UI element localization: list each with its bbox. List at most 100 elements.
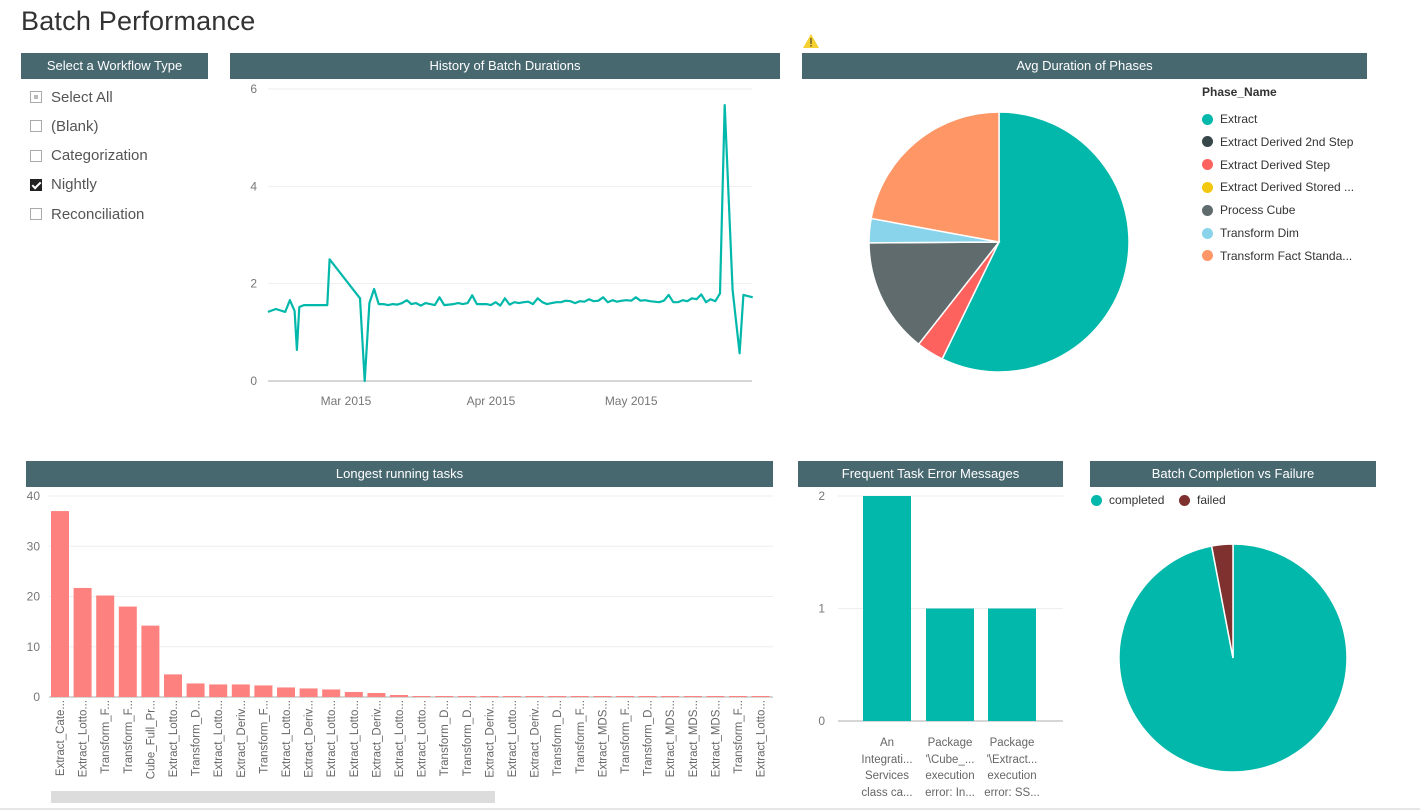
phase-slice-transform-fact-standa[interactable] bbox=[870, 111, 1000, 243]
x-tick-label: Extract_Lotto... bbox=[507, 700, 519, 777]
phases-legend-title: Phase_Name bbox=[1202, 85, 1277, 99]
x-tick-label: Transform_D... bbox=[439, 700, 451, 776]
task-bar[interactable] bbox=[118, 606, 137, 697]
slicer-item-label: Nightly bbox=[51, 176, 97, 194]
x-tick-label: Extract_Lotto... bbox=[349, 700, 361, 777]
x-tick-label: Transform_D... bbox=[191, 700, 203, 776]
task-bar[interactable] bbox=[480, 696, 499, 697]
longest-tasks-scrollbar[interactable] bbox=[51, 791, 495, 803]
legend-item[interactable]: Transform Fact Standa... bbox=[1202, 249, 1352, 263]
task-bar[interactable] bbox=[683, 696, 702, 697]
completion-pie-chart bbox=[1118, 543, 1348, 773]
slicer-item-label: Select All bbox=[51, 88, 113, 106]
y-tick-label: 0 bbox=[818, 714, 825, 728]
task-bar[interactable] bbox=[186, 683, 205, 697]
legend-item[interactable]: Extract Derived Stored ... bbox=[1202, 180, 1354, 194]
task-bar[interactable] bbox=[367, 692, 386, 697]
x-tick-label: Extract_Lotto... bbox=[213, 700, 225, 777]
x-tick-label: Extract_Cate... bbox=[55, 700, 67, 776]
task-bar[interactable] bbox=[51, 511, 69, 697]
y-tick-label: 0 bbox=[250, 374, 257, 388]
x-tick-label-line: Package bbox=[989, 737, 1035, 749]
task-bar[interactable] bbox=[503, 696, 521, 697]
x-tick-label-line: Package bbox=[927, 737, 973, 749]
y-tick-label: 0 bbox=[33, 690, 40, 704]
error-bar[interactable] bbox=[863, 496, 911, 721]
task-bar[interactable] bbox=[390, 694, 408, 697]
x-tick-label: Extract_Lotto... bbox=[756, 700, 768, 777]
task-bar[interactable] bbox=[570, 696, 589, 697]
task-bar[interactable] bbox=[435, 696, 454, 697]
task-bar[interactable] bbox=[706, 696, 725, 697]
task-bar[interactable] bbox=[164, 674, 182, 697]
checkbox[interactable] bbox=[30, 120, 42, 133]
error-messages-chart: 0 1 2 bbox=[818, 489, 1063, 728]
slicer-item-reconciliation[interactable]: Reconciliation bbox=[30, 204, 144, 224]
x-tick-label-line: Integrati... bbox=[861, 753, 913, 766]
task-bar[interactable] bbox=[254, 685, 273, 697]
legend-label: Extract bbox=[1220, 112, 1258, 126]
slicer-item-categorization[interactable]: Categorization bbox=[30, 146, 148, 166]
task-bar[interactable] bbox=[548, 696, 567, 697]
legend-item[interactable]: Process Cube bbox=[1202, 203, 1295, 217]
task-bar[interactable] bbox=[412, 695, 431, 697]
task-bar[interactable] bbox=[729, 696, 747, 697]
legend-item[interactable]: Extract Derived 2nd Step bbox=[1202, 135, 1353, 149]
slicer-item-label: Categorization bbox=[51, 147, 148, 165]
task-bar[interactable] bbox=[322, 689, 341, 697]
task-bar[interactable] bbox=[209, 684, 228, 697]
task-bar[interactable] bbox=[299, 688, 318, 697]
x-tick-label: Mar 2015 bbox=[321, 394, 372, 408]
y-tick-label: 6 bbox=[250, 82, 257, 96]
x-tick-label: Transform_F... bbox=[620, 700, 632, 774]
y-tick-label: 40 bbox=[27, 489, 41, 503]
checkbox[interactable] bbox=[30, 149, 42, 162]
task-bar[interactable] bbox=[457, 696, 476, 697]
task-bar[interactable] bbox=[661, 696, 680, 697]
completion-chart-header: Batch Completion vs Failure bbox=[1090, 461, 1376, 487]
x-tick-label: Extract_Deriv... bbox=[530, 700, 542, 778]
task-bar[interactable] bbox=[593, 696, 612, 697]
task-bar[interactable] bbox=[96, 595, 115, 697]
task-bar[interactable] bbox=[231, 684, 250, 697]
x-tick-label: Extract_Lotto... bbox=[168, 700, 180, 777]
longest-tasks-chart: 0 10 20 30 40 Extract_Cate... Extract_Lotto...… bbox=[27, 489, 773, 779]
legend-item[interactable]: Extract bbox=[1202, 112, 1257, 126]
legend-label: completed bbox=[1109, 493, 1165, 507]
task-bar[interactable] bbox=[638, 696, 657, 697]
x-tick-label: Transform_D... bbox=[462, 700, 474, 776]
warning-icon[interactable] bbox=[802, 33, 820, 49]
task-bar[interactable] bbox=[344, 691, 363, 697]
error-bar[interactable] bbox=[926, 608, 974, 722]
legend-label: Extract Derived Stored ... bbox=[1220, 180, 1355, 195]
task-bar[interactable] bbox=[525, 696, 544, 697]
x-tick-label: Package '\Cube_... execution error: In... bbox=[920, 735, 980, 801]
checkbox[interactable] bbox=[30, 208, 42, 221]
legend-dot-icon bbox=[1202, 181, 1213, 193]
error-bar[interactable] bbox=[988, 608, 1036, 722]
x-tick-label-line: error: In... bbox=[925, 786, 975, 799]
task-bar[interactable] bbox=[277, 687, 295, 697]
slicer-item-nightly[interactable]: Nightly bbox=[30, 175, 97, 195]
slicer-item-select-all[interactable]: Select All bbox=[30, 87, 113, 107]
x-tick-label-line: '\Extract... bbox=[986, 753, 1038, 766]
legend-item[interactable]: completed bbox=[1091, 493, 1164, 507]
legend-item[interactable]: Transform Dim bbox=[1202, 226, 1299, 240]
x-tick-label: Package '\Extract... execution error: SS... bbox=[982, 735, 1042, 801]
x-tick-label: Transform_F... bbox=[100, 700, 112, 774]
slicer-header: Select a Workflow Type bbox=[21, 53, 208, 79]
task-bar[interactable] bbox=[616, 696, 634, 697]
legend-item[interactable]: failed bbox=[1179, 493, 1226, 507]
checkbox[interactable] bbox=[30, 91, 42, 103]
legend-item[interactable]: Extract Derived Step bbox=[1202, 158, 1330, 172]
slicer-item-blank[interactable]: (Blank) bbox=[30, 116, 99, 136]
task-bar[interactable] bbox=[751, 696, 770, 697]
x-tick-label-line: '\Cube_... bbox=[925, 753, 975, 766]
x-tick-label: Transform_F... bbox=[733, 700, 745, 774]
legend-dot-icon bbox=[1091, 494, 1102, 506]
checkbox[interactable] bbox=[30, 178, 42, 191]
task-bar[interactable] bbox=[141, 625, 160, 697]
duration-series-line[interactable] bbox=[267, 104, 753, 383]
phases-pie-chart bbox=[868, 111, 1130, 373]
task-bar[interactable] bbox=[73, 587, 92, 697]
